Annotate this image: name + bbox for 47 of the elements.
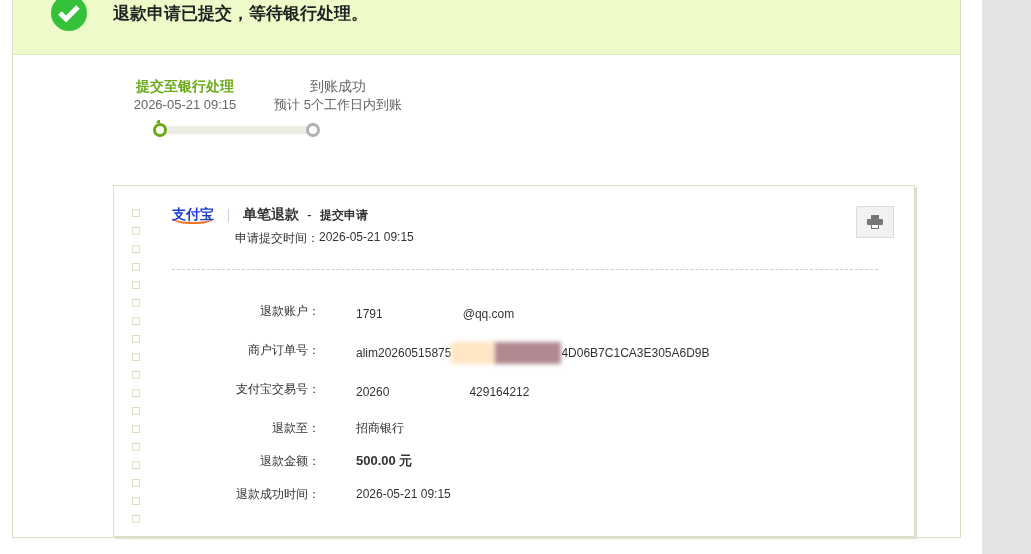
- field-value: 429164212: [469, 384, 530, 400]
- margin-square: [132, 497, 140, 505]
- step-note: 预计 5个工作日内到账: [274, 96, 402, 114]
- field-value: 招商银行: [356, 420, 404, 436]
- receipt-subtitle: 提交申请: [319, 206, 368, 224]
- margin-square: [132, 335, 140, 343]
- field-value: 1791: [356, 306, 383, 322]
- field-label: 退款账户：: [259, 303, 320, 320]
- field-label: 支付宝交易号：: [235, 381, 320, 398]
- submit-label: 申请提交时间：: [235, 230, 319, 247]
- field-label: 商户订单号：: [247, 342, 320, 359]
- margin-square: [132, 299, 140, 307]
- field-value: 20260: [356, 384, 390, 400]
- step-title: 提交至银行处理: [136, 77, 234, 95]
- field-label: 退款至：: [271, 420, 320, 436]
- margin-square: [132, 209, 140, 217]
- margin-square: [132, 353, 140, 361]
- check-icon: [51, 0, 87, 31]
- field-label: 退款成功时间：: [235, 486, 320, 502]
- receipt-title: 单笔退款: [243, 206, 299, 224]
- field-value: alim20260515875: [356, 345, 452, 361]
- margin-square: [132, 371, 140, 379]
- field-value: 4D06B7C1CA3E305A6D9B: [561, 345, 710, 361]
- step-note: 2026-05-21 09:15: [133, 96, 237, 114]
- field-value: @qq.com: [462, 306, 515, 322]
- margin-square: [132, 281, 140, 289]
- print-button[interactable]: [856, 206, 895, 238]
- field-value: 500.00 元: [356, 453, 413, 469]
- margin-square: [132, 227, 140, 235]
- banner-message: 退款申请已提交，等待银行处理。: [113, 2, 368, 25]
- margin-square: [132, 317, 140, 325]
- margin-square: [132, 479, 140, 487]
- margin-square: [132, 425, 140, 433]
- title-separator: -: [307, 207, 312, 223]
- margin-square: [132, 389, 140, 397]
- print-icon: [867, 215, 884, 229]
- field-label: 退款金额：: [259, 453, 320, 469]
- field-value: 2026-05-21 09:15: [356, 486, 451, 502]
- margin-square: [132, 245, 140, 253]
- submit-time: 2026-05-21 09:15: [319, 230, 414, 246]
- margin-square: [132, 443, 140, 451]
- step-title: 到账成功: [310, 77, 366, 95]
- margin-square: [132, 461, 140, 469]
- margin-square: [132, 407, 140, 415]
- logo: 支付宝: [172, 206, 214, 224]
- margin-square: [132, 515, 140, 523]
- margin-square: [132, 263, 140, 271]
